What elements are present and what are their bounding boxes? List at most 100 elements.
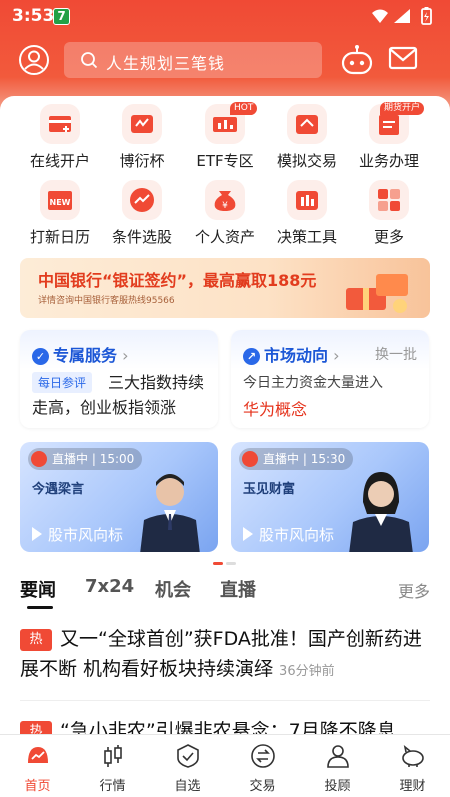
live-footer: 股市风向标 [32, 524, 123, 545]
live-host-name: 今遇梁言 [32, 482, 85, 497]
tabbar-label: 自选 [174, 779, 201, 794]
avatar-icon[interactable] [18, 44, 50, 76]
shield-check-icon [177, 744, 199, 768]
news-time: 36分钟前 [279, 664, 335, 679]
bottom-tab-bar: 首页 行情 自选 交易 投顾 理财 [0, 734, 450, 797]
grid-label: 打新日历 [29, 228, 90, 246]
tab-7x24[interactable]: 7x24 [85, 576, 134, 597]
grid-item-simulate[interactable]: 模拟交易 [262, 104, 352, 174]
search-input[interactable]: 人生规划三笔钱 [64, 42, 322, 78]
notification-badge-icon: 7 [53, 8, 70, 25]
tab-news[interactable]: 要闻 [20, 576, 56, 602]
svg-text:¥: ¥ [222, 201, 228, 211]
live-status: 直播中 [52, 452, 89, 466]
market-title-text: 市场动向 [264, 346, 329, 365]
live-icon [242, 451, 258, 467]
grid-item-business[interactable]: 期货开户 业务办理 [344, 102, 434, 174]
chevron-right-icon: › [328, 346, 340, 365]
piggy-bank-icon [402, 745, 424, 767]
tabbar-label: 行情 [99, 779, 126, 794]
status-icons [370, 6, 440, 30]
news-item[interactable]: 热 “急小非农”引爆非农悬念：7月降不降息 [20, 716, 430, 734]
grid-label: 模拟交易 [276, 152, 337, 170]
grid-item-assets[interactable]: ¥ 个人资产 [180, 180, 270, 250]
robot-assistant-icon[interactable] [340, 44, 374, 80]
market-title: ↗ 市场动向 › [243, 342, 340, 366]
grid-item-cup[interactable]: 博衍杯 [97, 104, 187, 174]
live-footer-text: 股市风向标 [259, 526, 335, 544]
tabbar-advisor[interactable]: 投顾 [300, 735, 375, 797]
status-bar: 3:53 7 [0, 0, 450, 34]
card-plus-icon [40, 104, 80, 144]
candlestick-icon [104, 745, 122, 767]
decision-tool-icon [287, 180, 327, 220]
market-line1: 今日主力资金大量进入 [243, 375, 383, 391]
news-title: 热又一“全球首创”获FDA批准！国产创新药进展不断 机构看好板块持续演绎 36分钟… [20, 624, 430, 687]
news-title-text: “急小非农”引爆非农悬念：7月降不降息 [60, 720, 396, 734]
exclusive-service-card[interactable]: ✓ 专属服务 › 每日参评 三大指数持续走高，创业板指领涨 [20, 330, 218, 428]
market-trend-card[interactable]: ↗ 市场动向 › 换一批 今日主力资金大量进入 华为概念 [231, 330, 429, 428]
stock-pick-icon [122, 180, 162, 220]
host-portrait [140, 474, 200, 552]
tabbar-wealth[interactable]: 理财 [375, 735, 450, 797]
grid-label: 博衍杯 [119, 152, 165, 170]
carousel-indicator [213, 562, 237, 565]
grid-label: ETF专区 [196, 152, 254, 170]
news-tabs: 要闻 7x24 机会 直播 更多 [0, 576, 450, 612]
live-icon [31, 451, 47, 467]
promo-banner[interactable]: 中国银行“银证签约”，最高赢取188元 详情咨询中国银行客服热线95566 [20, 258, 430, 318]
tabbar-label: 理财 [399, 779, 426, 794]
signal-icon [394, 9, 410, 23]
grid-item-stock-pick[interactable]: 条件选股 [97, 180, 187, 250]
wifi-icon [372, 9, 388, 23]
mail-icon[interactable] [388, 45, 418, 75]
refresh-button[interactable]: 换一批 [375, 344, 417, 364]
market-line2[interactable]: 华为概念 [243, 396, 307, 420]
verified-icon: ✓ [32, 348, 49, 365]
news-title-text: 又一“全球首创”获FDA批准！国产创新药进展不断 机构看好板块持续演绎 [20, 628, 422, 680]
trophy-icon [122, 104, 162, 144]
search-icon [80, 51, 98, 73]
live-status: 直播中 [263, 452, 300, 466]
tab-live[interactable]: 直播 [220, 576, 256, 602]
banner-subtitle: 详情咨询中国银行客服热线95566 [38, 296, 175, 306]
hot-badge: 热 [20, 629, 52, 651]
tabbar-watchlist[interactable]: 自选 [150, 735, 225, 797]
grid-more-icon [369, 180, 409, 220]
grid-item-decision-tool[interactable]: 决策工具 [262, 180, 352, 250]
svg-text:NEW: NEW [50, 198, 71, 207]
grid-label: 条件选股 [111, 228, 172, 246]
news-item[interactable]: 热又一“全球首创”获FDA批准！国产创新药进展不断 机构看好板块持续演绎 36分钟… [20, 624, 430, 687]
host-portrait [349, 472, 413, 552]
live-card[interactable]: 直播中 | 15:30 玉见财富 股市风向标 [231, 442, 429, 552]
news-title: 热 “急小非农”引爆非农悬念：7月降不降息 [20, 716, 430, 734]
service-title: ✓ 专属服务 › [32, 342, 129, 366]
grid-item-ipo-calendar[interactable]: NEW 打新日历 [15, 180, 105, 250]
play-icon [243, 527, 253, 541]
tabbar-trade[interactable]: 交易 [225, 735, 300, 797]
tabbar-home[interactable]: 首页 [0, 735, 75, 797]
live-footer-text: 股市风向标 [48, 526, 124, 544]
home-chart-icon [28, 747, 48, 763]
money-bag-icon: ¥ [205, 180, 245, 220]
live-card[interactable]: 直播中 | 15:00 今遇梁言 股市风向标 [20, 442, 218, 552]
hot-badge: 热 [20, 721, 52, 734]
search-placeholder: 人生规划三笔钱 [106, 54, 226, 73]
tabbar-label: 投顾 [324, 779, 351, 794]
live-footer: 股市风向标 [243, 524, 334, 545]
live-badge: 直播中 | 15:30 [239, 448, 354, 470]
tabbar-market[interactable]: 行情 [75, 735, 150, 797]
status-time: 3:53 [12, 6, 55, 26]
divider [20, 700, 430, 701]
service-title-text: 专属服务 [53, 346, 118, 365]
hot-tag: HOT [230, 102, 258, 115]
active-tab-underline [27, 606, 53, 609]
grid-item-etf[interactable]: HOT ETF专区 [180, 102, 270, 174]
tab-opportunity[interactable]: 机会 [155, 576, 191, 602]
grid-label: 决策工具 [276, 228, 337, 246]
advisor-icon [327, 745, 349, 768]
grid-item-more[interactable]: 更多 [344, 180, 434, 250]
grid-item-open-account[interactable]: 在线开户 [15, 104, 105, 174]
more-link[interactable]: 更多 [398, 578, 430, 602]
battery-icon [421, 7, 432, 25]
